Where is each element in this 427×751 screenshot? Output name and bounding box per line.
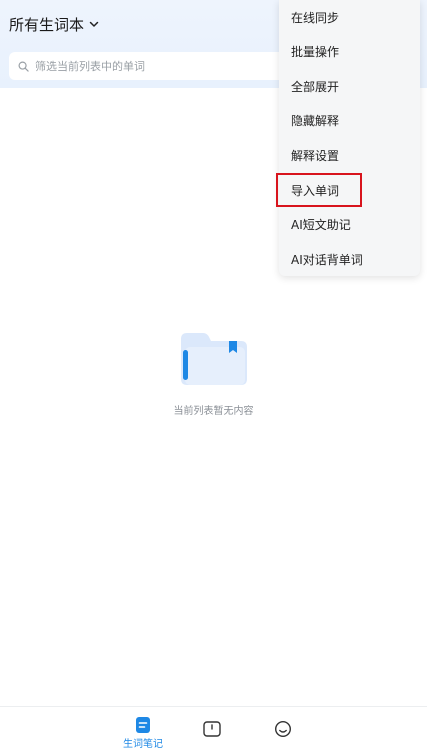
menu-item-batch-operation[interactable]: 批量操作 [279, 34, 420, 68]
menu-item-label: 解释设置 [291, 148, 340, 163]
menu-item-label: 导入单词 [291, 183, 340, 198]
smiley-icon [274, 720, 292, 738]
menu-item-label: 隐藏解释 [291, 113, 340, 128]
menu-item-label: AI对话背单词 [291, 252, 363, 267]
bottom-nav: 生词笔记 [0, 706, 427, 751]
menu-item-online-sync[interactable]: 在线同步 [279, 0, 420, 34]
page-title: 所有生词本 [9, 15, 85, 34]
empty-state-text: 当前列表暂无内容 [173, 406, 254, 417]
menu-item-ai-chat[interactable]: AI对话背单词 [279, 242, 420, 276]
menu-item-label: 在线同步 [291, 10, 340, 25]
search-box[interactable] [9, 52, 309, 80]
search-input[interactable] [35, 59, 295, 73]
nav-tab-me[interactable] [253, 707, 313, 751]
menu-item-expand-all[interactable]: 全部展开 [279, 69, 420, 103]
wordbook-selector[interactable]: 所有生词本 [9, 13, 100, 35]
nav-tab-wordbook[interactable]: 生词笔记 [113, 707, 173, 751]
chevron-down-icon [89, 21, 99, 27]
wordbook-icon [136, 717, 150, 733]
menu-item-label: 批量操作 [291, 44, 340, 59]
search-icon [18, 61, 29, 72]
menu-item-ai-mnemonic[interactable]: AI短文助记 [279, 207, 420, 241]
nav-tab-label: 生词笔记 [123, 739, 163, 750]
dropdown-menu: 在线同步 批量操作 全部展开 隐藏解释 解释设置 导入单词 AI短文助记 AI对… [276, 0, 420, 276]
menu-item-definition-settings[interactable]: 解释设置 [279, 138, 420, 172]
nav-tab-card[interactable] [182, 707, 242, 751]
empty-folder-icon [181, 333, 247, 385]
menu-item-import-words[interactable]: 导入单词 [276, 173, 362, 207]
menu-item-hide-definitions[interactable]: 隐藏解释 [279, 103, 420, 137]
card-icon [203, 721, 221, 737]
menu-item-label: AI短文助记 [291, 217, 351, 232]
menu-item-label: 全部展开 [291, 79, 340, 94]
